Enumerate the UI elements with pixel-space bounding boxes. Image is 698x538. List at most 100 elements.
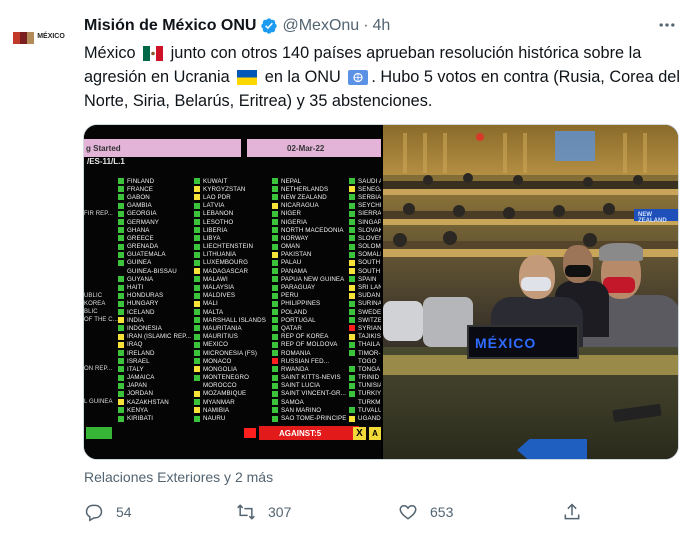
vote-row: LATVIA [194, 202, 266, 210]
vote-row: RUSSIAN FED... [272, 357, 346, 365]
edge-label: BLIC [84, 308, 98, 315]
vote-yes-marker [349, 276, 355, 283]
vote-row: GEORGIA [118, 210, 191, 218]
reply-button[interactable]: 54 [84, 500, 132, 524]
vote-row: TRINID [349, 374, 381, 382]
vote-row: REP OF MOLDOVA [272, 341, 346, 349]
vote-yes-marker [194, 227, 200, 234]
country-name: SOUTH [358, 259, 381, 267]
vote-row: MALI [194, 300, 266, 308]
tweet[interactable]: MÉXICO Misión de México ONU @MexOnu · 4h… [0, 0, 698, 538]
vote-yes-marker [118, 235, 124, 242]
vote-row: SAINT KITTS-NEVIS [272, 374, 346, 382]
edge-label [84, 357, 118, 365]
vote-abstain-marker [349, 333, 355, 340]
vote-yes-marker [194, 251, 200, 258]
mexico-plaque: MÉXICO [467, 325, 579, 359]
board-date: 02-Mar-22 [247, 139, 381, 157]
country-name: KENYA [127, 406, 149, 414]
country-name: IRAN (ISLAMIC REP... [127, 333, 192, 341]
vote-row: SPAIN [349, 275, 381, 283]
vote-row: ITALY [118, 365, 191, 373]
timestamp[interactable]: 4h [373, 17, 391, 35]
vote-yes-marker [118, 292, 124, 299]
vote-row: MAURITIUS [194, 333, 266, 341]
vote-row: SENEGA [349, 185, 381, 193]
retweet-button[interactable]: 307 [236, 500, 291, 524]
country-name: SOUTH [358, 267, 381, 275]
vote-yes-marker [272, 317, 278, 324]
vote-yes-marker [118, 210, 124, 217]
share-button[interactable] [562, 500, 582, 524]
vote-row: NIGER [272, 210, 346, 218]
vote-abstain-marker [118, 317, 124, 324]
yes-total-bar [86, 427, 112, 439]
like-button[interactable]: 653 [398, 500, 453, 524]
vote-row: PARAGUAY [272, 283, 346, 291]
vote-yes-marker [272, 366, 278, 373]
country-name: MICRONESIA (FS) [203, 349, 258, 357]
vote-row: SOLOM [349, 243, 381, 251]
country-name: MYANMAR [203, 398, 235, 406]
vote-row: KUWAIT [194, 177, 266, 185]
country-name: SINGAP [358, 218, 381, 226]
tweet-media[interactable]: g Started 02-Mar-22 /ES-11/L.1 FIR REP..… [83, 124, 679, 460]
vote-row: HONDURAS [118, 292, 191, 300]
vote-yes-marker [194, 259, 200, 266]
country-name: KYRGYZSTAN [203, 185, 246, 193]
vote-none-marker [349, 358, 355, 364]
account-name[interactable]: Misión de México ONU [84, 17, 256, 35]
edge-label: OF THE C... [84, 317, 118, 324]
vote-abstain-marker [349, 186, 355, 193]
vote-row: SAMOA [272, 398, 346, 406]
text-part-1: México [84, 44, 136, 62]
vote-row: TIMOR- [349, 349, 381, 357]
vote-row: MARSHALL ISLANDS [194, 316, 266, 324]
vote-yes-marker [349, 227, 355, 234]
vote-row: NAMIBIA [194, 406, 266, 414]
vote-yes-marker [272, 210, 278, 217]
country-name: MALI [203, 300, 218, 308]
vote-row: LIBYA [194, 234, 266, 242]
verified-badge-icon [261, 18, 278, 34]
separator: · [363, 17, 369, 34]
avatar[interactable]: MÉXICO [10, 20, 68, 56]
no-total-box [244, 428, 256, 438]
vote-yes-marker [272, 325, 278, 332]
country-name: SERBIA [358, 193, 381, 201]
vote-yes-marker [194, 219, 200, 226]
edge-label [84, 267, 118, 275]
vote-yes-marker [272, 341, 278, 348]
country-name: HAITI [127, 284, 144, 292]
vote-yes-marker [194, 358, 200, 365]
vote-row: LIBERIA [194, 226, 266, 234]
vote-row: SYRIAN [349, 324, 381, 332]
country-name: TOGO [358, 357, 377, 365]
vote-yes-marker [349, 194, 355, 201]
country-name: TONGA [358, 365, 381, 373]
vote-row: PHILIPPINES [272, 300, 346, 308]
edge-label: UBLIC [84, 292, 103, 299]
country-name: SAUDI A [358, 177, 381, 185]
vote-row: INDONESIA [118, 324, 191, 332]
more-button[interactable] [652, 12, 682, 38]
voting-board-photo[interactable]: g Started 02-Mar-22 /ES-11/L.1 FIR REP..… [84, 125, 381, 459]
vote-row: MALAWI [194, 275, 266, 283]
account-handle[interactable]: @MexOnu [282, 17, 359, 35]
country-name: NIGER [281, 210, 302, 218]
logo-text: MÉXICO [37, 33, 65, 40]
country-name: MARSHALL ISLANDS [203, 316, 266, 324]
edge-label [84, 275, 118, 283]
vote-abstain-marker [349, 292, 355, 299]
vote-row: PANAMA [272, 267, 346, 275]
social-context[interactable]: Relaciones Exteriores y 2 más [84, 469, 273, 485]
delegation-photo[interactable]: NEW ZEALAND MÉXICO [383, 125, 678, 459]
edge-label [84, 234, 118, 242]
country-name: PALAU [281, 259, 302, 267]
country-name: SAINT LUCIA [281, 382, 321, 390]
country-name: RWANDA [281, 365, 309, 373]
country-name: LIBERIA [203, 226, 228, 234]
vote-row: PALAU [272, 259, 346, 267]
vote-yes-marker [272, 300, 278, 307]
country-name: NORTH MACEDONIA [281, 226, 344, 234]
